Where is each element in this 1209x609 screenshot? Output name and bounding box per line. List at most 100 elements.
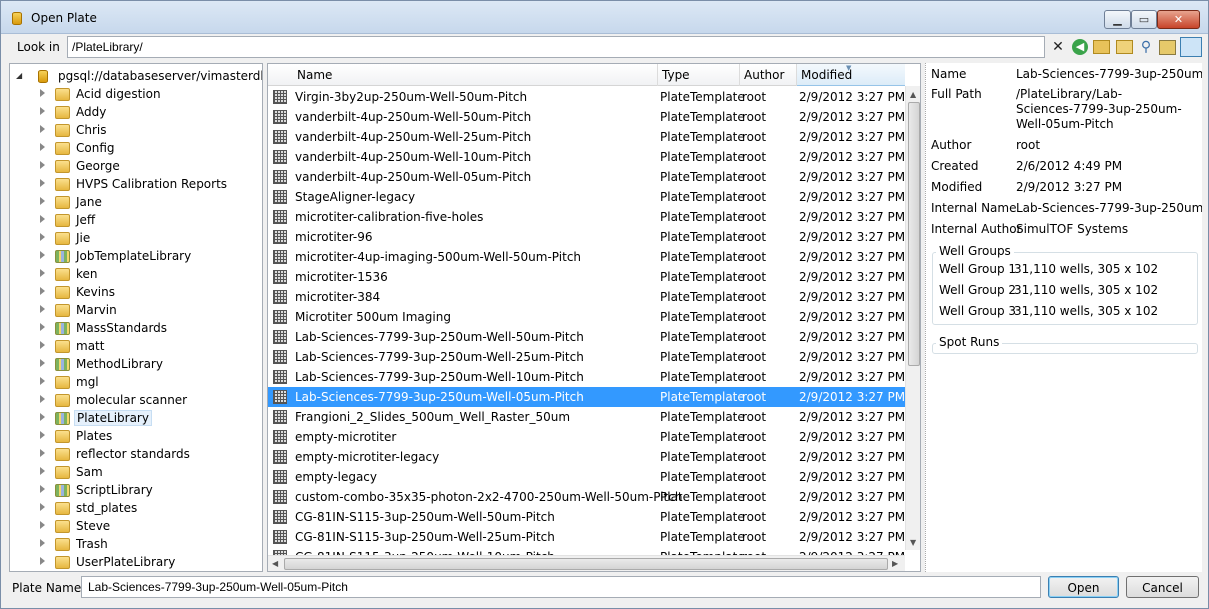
expand-arrow-icon[interactable]	[40, 413, 45, 421]
expand-arrow-icon[interactable]	[40, 107, 45, 115]
well-group-1-value: 31,110 wells, 305 x 102	[1014, 262, 1159, 276]
table-row[interactable]: Lab-Sciences-7799-3up-250um-Well-05um-Pi…	[268, 387, 905, 407]
vertical-scroll-thumb[interactable]	[908, 102, 920, 366]
expand-arrow-icon[interactable]	[40, 557, 45, 565]
look-in-path-input[interactable]	[67, 36, 1045, 58]
tree-item-label: Kevins	[76, 285, 115, 299]
table-row[interactable]: vanderbilt-4up-250um-Well-10um-Pitch Plat…	[268, 147, 905, 167]
expand-arrow-icon[interactable]	[40, 377, 45, 385]
expand-arrow-icon[interactable]	[40, 179, 45, 187]
expand-arrow-icon[interactable]	[40, 431, 45, 439]
cell-author: root	[742, 430, 767, 444]
details-pane-toggle-icon[interactable]	[1180, 37, 1202, 57]
scroll-down-icon[interactable]: ▼	[910, 538, 916, 547]
expand-arrow-icon[interactable]	[40, 197, 45, 205]
table-row[interactable]: microtiter-96 PlateTemplate root 2/9/2012 3…	[268, 227, 905, 247]
expand-arrow-icon[interactable]	[40, 323, 45, 331]
list-vertical-scrollbar[interactable]: ▲ ▼	[905, 86, 920, 550]
plate-template-icon	[273, 150, 287, 164]
open-button[interactable]: Open	[1048, 576, 1119, 598]
scroll-right-icon[interactable]: ▶	[892, 559, 898, 568]
expand-arrow-icon[interactable]	[40, 215, 45, 223]
expand-arrow-icon[interactable]	[40, 485, 45, 493]
table-row[interactable]: Frangioni_2_Slides_500um_Well_Raster_50u…	[268, 407, 905, 427]
table-row[interactable]: microtiter-1536 PlateTemplate root 2/9/2012…	[268, 267, 905, 287]
tree-item-label: Config	[76, 141, 115, 155]
folder-tree: ◢ pgsql://databaseserver/vimasterdb Acid…	[9, 63, 263, 572]
expand-arrow-icon[interactable]	[40, 359, 45, 367]
table-row[interactable]: CG-81IN-S115-3up-250um-Well-50um-Pitch Pl…	[268, 507, 905, 527]
clear-icon[interactable]: ✕	[1049, 38, 1067, 56]
list-horizontal-scrollbar[interactable]: ◀ ▶	[268, 555, 905, 571]
table-row[interactable]: microtiter-calibration-five-holes PlateTe…	[268, 207, 905, 227]
expand-arrow-icon[interactable]	[40, 305, 45, 313]
properties-icon[interactable]	[1159, 40, 1176, 55]
expand-arrow-icon[interactable]	[40, 521, 45, 529]
folder-icon	[55, 376, 70, 389]
expand-arrow-icon[interactable]	[40, 467, 45, 475]
table-row[interactable]: empty-microtiter-legacy PlateTemplate root…	[268, 447, 905, 467]
table-row[interactable]: vanderbilt-4up-250um-Well-50um-Pitch Plat…	[268, 107, 905, 127]
cell-type: PlateTemplate	[660, 110, 745, 124]
minimize-button[interactable]: ▁	[1104, 10, 1131, 29]
table-row[interactable]: custom-combo-35x35-photon-2x2-4700-250um…	[268, 487, 905, 507]
new-folder-icon[interactable]	[1116, 40, 1133, 54]
table-row[interactable]: empty-microtiter PlateTemplate root 2/9/201…	[268, 427, 905, 447]
expand-arrow-icon[interactable]	[40, 287, 45, 295]
expand-arrow-icon[interactable]	[40, 251, 45, 259]
cell-author: root	[742, 210, 767, 224]
column-header-type[interactable]: Type	[662, 68, 690, 82]
cell-name: empty-legacy	[295, 470, 378, 484]
horizontal-scroll-thumb[interactable]	[284, 558, 888, 570]
cell-author: root	[742, 150, 767, 164]
table-row[interactable]: Virgin-3by2up-250um-Well-50um-Pitch Plate…	[268, 87, 905, 107]
expand-arrow-icon[interactable]	[40, 161, 45, 169]
table-row[interactable]: vanderbilt-4up-250um-Well-05um-Pitch Plat…	[268, 167, 905, 187]
column-header-author[interactable]: Author	[744, 68, 784, 82]
table-row[interactable]: microtiter-384 PlateTemplate root 2/9/2012 …	[268, 287, 905, 307]
cell-modified: 2/9/2012 3:27 PM	[799, 370, 906, 384]
table-row[interactable]: microtiter-4up-imaging-500um-Well-50um-P…	[268, 247, 905, 267]
up-folder-icon[interactable]	[1093, 40, 1110, 54]
cell-modified: 2/9/2012 3:27 PM	[799, 230, 906, 244]
cancel-button[interactable]: Cancel	[1126, 576, 1199, 598]
expand-arrow-icon[interactable]	[40, 125, 45, 133]
folder-icon	[55, 106, 70, 119]
table-row[interactable]: Lab-Sciences-7799-3up-250um-Well-10um-Pi…	[268, 367, 905, 387]
expand-arrow-icon[interactable]	[40, 233, 45, 241]
expand-arrow-icon[interactable]	[40, 539, 45, 547]
folder-icon	[55, 88, 70, 101]
expand-arrow-icon[interactable]	[40, 269, 45, 277]
cell-type: PlateTemplate	[660, 190, 745, 204]
table-row[interactable]: vanderbilt-4up-250um-Well-25um-Pitch Plat…	[268, 127, 905, 147]
search-icon[interactable]: ⚲	[1137, 38, 1155, 56]
column-header-modified[interactable]: Modified	[801, 68, 852, 82]
back-icon[interactable]: ◀	[1072, 39, 1088, 55]
detail-internal-author-label: Internal Author	[931, 222, 1022, 236]
table-row[interactable]: empty-legacy PlateTemplate root 2/9/2012 3:…	[268, 467, 905, 487]
maximize-button[interactable]: ▭	[1131, 10, 1157, 29]
cell-type: PlateTemplate	[660, 330, 745, 344]
expand-arrow-icon[interactable]	[40, 503, 45, 511]
table-row[interactable]: Microtiter 500um Imaging PlateTemplate roo…	[268, 307, 905, 327]
expand-arrow-icon[interactable]	[40, 89, 45, 97]
expand-arrow-icon[interactable]	[40, 143, 45, 151]
close-button[interactable]: ✕	[1157, 10, 1200, 29]
table-row[interactable]: CG-81IN-S115-3up-250um-Well-25um-Pitch Pl…	[268, 527, 905, 547]
tree-item-label: Chris	[76, 123, 107, 137]
table-row[interactable]: StageAligner-legacy PlateTemplate root 2/9/…	[268, 187, 905, 207]
expand-arrow-icon[interactable]	[40, 341, 45, 349]
cell-author: root	[742, 230, 767, 244]
folder-icon	[55, 178, 70, 191]
cell-type: PlateTemplate	[660, 230, 745, 244]
scroll-left-icon[interactable]: ◀	[272, 559, 278, 568]
plate-name-input[interactable]	[81, 576, 1041, 598]
expand-arrow-icon[interactable]	[40, 449, 45, 457]
collapse-arrow-icon[interactable]: ◢	[16, 71, 22, 80]
detail-fullpath-line-3: Well-05um-Pitch	[1016, 117, 1114, 131]
scroll-up-icon[interactable]: ▲	[910, 90, 916, 99]
expand-arrow-icon[interactable]	[40, 395, 45, 403]
column-header-name[interactable]: Name	[297, 68, 332, 82]
table-row[interactable]: Lab-Sciences-7799-3up-250um-Well-25um-Pi…	[268, 347, 905, 367]
table-row[interactable]: Lab-Sciences-7799-3up-250um-Well-50um-Pi…	[268, 327, 905, 347]
